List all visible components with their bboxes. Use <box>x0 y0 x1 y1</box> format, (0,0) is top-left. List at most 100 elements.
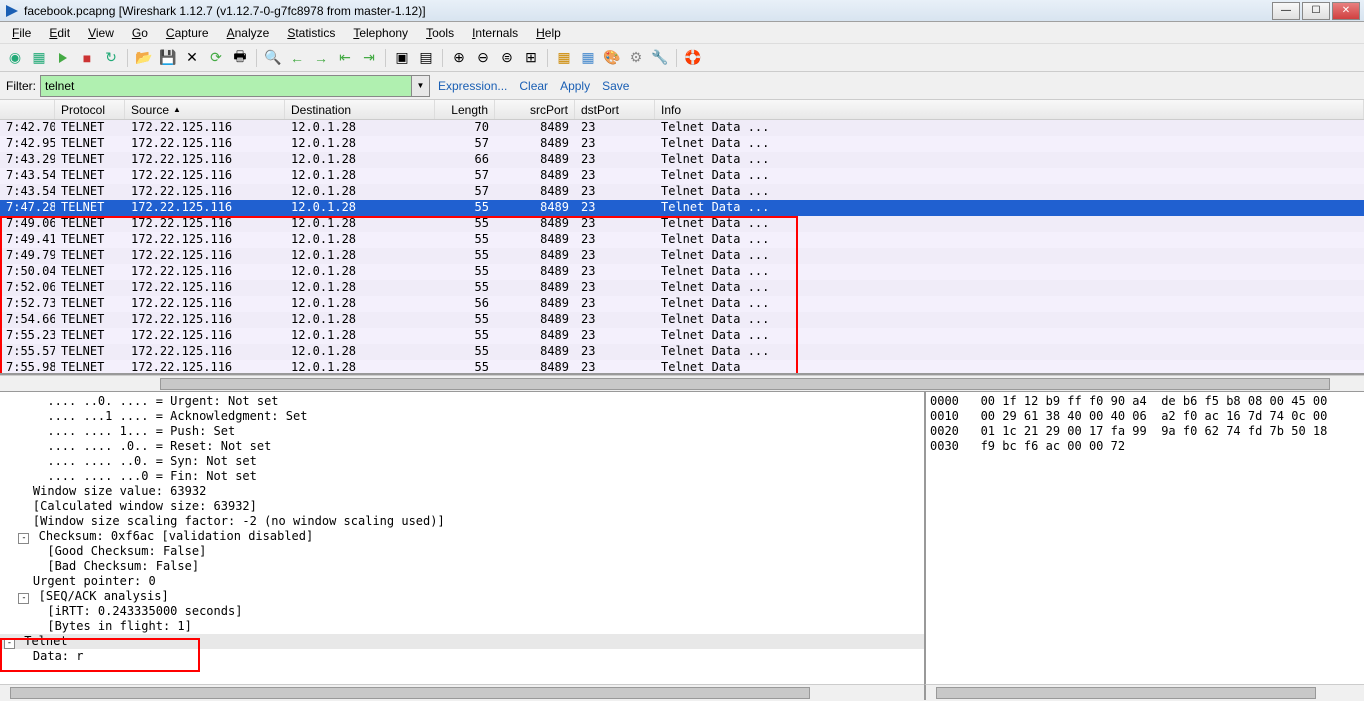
packet-row[interactable]: 7:50.04TELNET172.22.125.11612.0.1.285584… <box>0 264 1364 280</box>
prefs-icon[interactable]: ⚙ <box>625 47 647 69</box>
coloring-icon[interactable]: 🎨 <box>601 47 623 69</box>
tree-hscroll[interactable] <box>0 684 924 700</box>
tools-icon[interactable]: 🔧 <box>649 47 671 69</box>
tree-line[interactable]: [Calculated window size: 63932] <box>0 499 924 514</box>
find-icon[interactable]: 🔍 <box>262 47 284 69</box>
tree-line[interactable]: .... ..0. .... = Urgent: Not set <box>0 394 924 409</box>
col-time[interactable] <box>0 100 55 119</box>
menu-edit[interactable]: Edit <box>41 24 78 42</box>
tree-expander-icon[interactable]: - <box>18 533 29 544</box>
tree-line[interactable]: .... ...1 .... = Acknowledgment: Set <box>0 409 924 424</box>
menu-go[interactable]: Go <box>124 24 156 42</box>
menu-view[interactable]: View <box>80 24 122 42</box>
col-protocol[interactable]: Protocol <box>55 100 125 119</box>
packet-row[interactable]: 7:43.54TELNET172.22.125.11612.0.1.285784… <box>0 168 1364 184</box>
zoom-reset-icon[interactable]: ⊜ <box>496 47 518 69</box>
maximize-button[interactable]: ☐ <box>1302 2 1330 20</box>
tree-line[interactable]: .... .... 1... = Push: Set <box>0 424 924 439</box>
packet-list[interactable]: Protocol Source▲ Destination Length srcP… <box>0 100 1364 375</box>
menu-statistics[interactable]: Statistics <box>279 24 343 42</box>
menu-internals[interactable]: Internals <box>464 24 526 42</box>
options-icon[interactable]: ▦ <box>28 47 50 69</box>
filter-dropdown-icon[interactable]: ▼ <box>411 76 429 96</box>
apply-link[interactable]: Apply <box>556 79 594 93</box>
col-dstport[interactable]: dstPort <box>575 100 655 119</box>
packet-tree[interactable]: .... ..0. .... = Urgent: Not set .... ..… <box>0 392 924 684</box>
col-source[interactable]: Source▲ <box>125 100 285 119</box>
hex-line[interactable]: 0010 00 29 61 38 40 00 40 06 a2 f0 ac 16… <box>930 409 1360 424</box>
packet-row[interactable]: 7:52.06TELNET172.22.125.11612.0.1.285584… <box>0 280 1364 296</box>
menu-capture[interactable]: Capture <box>158 24 217 42</box>
packet-hscroll[interactable] <box>0 375 1364 391</box>
packet-row[interactable]: 7:55.98TELNET172.22.125.11612.0.1.285584… <box>0 360 1364 375</box>
zoom-out-icon[interactable]: ⊖ <box>472 47 494 69</box>
print-icon[interactable]: 🖶 <box>229 47 251 69</box>
packet-row[interactable]: 7:43.54TELNET172.22.125.11612.0.1.285784… <box>0 184 1364 200</box>
tree-line[interactable]: - [SEQ/ACK analysis] <box>0 589 924 604</box>
tree-line[interactable]: .... .... ...0 = Fin: Not set <box>0 469 924 484</box>
packet-row[interactable]: 7:49.41TELNET172.22.125.11612.0.1.285584… <box>0 232 1364 248</box>
next-icon[interactable]: → <box>310 47 332 69</box>
tree-line[interactable]: - Checksum: 0xf6ac [validation disabled] <box>0 529 924 544</box>
tree-expander-icon[interactable]: - <box>18 593 29 604</box>
tree-line[interactable]: [Bytes in flight: 1] <box>0 619 924 634</box>
tree-line[interactable]: [Bad Checksum: False] <box>0 559 924 574</box>
packet-row[interactable]: 7:43.29TELNET172.22.125.11612.0.1.286684… <box>0 152 1364 168</box>
tree-line[interactable]: Data: r <box>0 649 924 664</box>
resize-icon[interactable]: ⊞ <box>520 47 542 69</box>
col-info[interactable]: Info <box>655 100 1364 119</box>
expression-link[interactable]: Expression... <box>434 79 511 93</box>
col-destination[interactable]: Destination <box>285 100 435 119</box>
hex-line[interactable]: 0000 00 1f 12 b9 ff f0 90 a4 de b6 f5 b8… <box>930 394 1360 409</box>
hex-line[interactable]: 0020 01 1c 21 29 00 17 fa 99 9a f0 62 74… <box>930 424 1360 439</box>
tree-line[interactable]: [Good Checksum: False] <box>0 544 924 559</box>
menu-file[interactable]: File <box>4 24 39 42</box>
menu-help[interactable]: Help <box>528 24 569 42</box>
interfaces-icon[interactable]: ◉ <box>4 47 26 69</box>
packet-row[interactable]: 7:42.70TELNET172.22.125.11612.0.1.287084… <box>0 120 1364 136</box>
packet-row[interactable]: 7:55.57TELNET172.22.125.11612.0.1.285584… <box>0 344 1364 360</box>
hex-pane[interactable]: 0000 00 1f 12 b9 ff f0 90 a4 de b6 f5 b8… <box>924 392 1364 684</box>
filter-input[interactable] <box>41 76 411 96</box>
close-button[interactable]: ✕ <box>1332 2 1360 20</box>
expand-icon[interactable]: ▤ <box>415 47 437 69</box>
tree-line[interactable]: [Window size scaling factor: -2 (no wind… <box>0 514 924 529</box>
reload-icon[interactable]: ⟳ <box>205 47 227 69</box>
packet-row[interactable]: 7:49.06TELNET172.22.125.11612.0.1.285584… <box>0 216 1364 232</box>
prev-icon[interactable]: ← <box>286 47 308 69</box>
minimize-button[interactable]: — <box>1272 2 1300 20</box>
go-first-icon[interactable]: ⇤ <box>334 47 356 69</box>
packet-row[interactable]: 7:42.95TELNET172.22.125.11612.0.1.285784… <box>0 136 1364 152</box>
packet-row[interactable]: 7:52.73TELNET172.22.125.11612.0.1.285684… <box>0 296 1364 312</box>
zoom-in-icon[interactable]: ⊕ <box>448 47 470 69</box>
packet-row[interactable]: 7:49.79TELNET172.22.125.11612.0.1.285584… <box>0 248 1364 264</box>
help-icon[interactable]: 🛟 <box>682 47 704 69</box>
menu-telephony[interactable]: Telephony <box>345 24 416 42</box>
close-file-icon[interactable]: ✕ <box>181 47 203 69</box>
col-srcport[interactable]: srcPort <box>495 100 575 119</box>
packet-row[interactable]: 7:54.66TELNET172.22.125.11612.0.1.285584… <box>0 312 1364 328</box>
go-last-icon[interactable]: ⇥ <box>358 47 380 69</box>
stop-icon[interactable]: ■ <box>76 47 98 69</box>
collapse-icon[interactable]: ▣ <box>391 47 413 69</box>
clear-link[interactable]: Clear <box>515 79 552 93</box>
tree-line[interactable]: Urgent pointer: 0 <box>0 574 924 589</box>
packet-row[interactable]: 7:55.23TELNET172.22.125.11612.0.1.285584… <box>0 328 1364 344</box>
hex-line[interactable]: 0030 f9 bc f6 ac 00 00 72 <box>930 439 1360 454</box>
col-length[interactable]: Length <box>435 100 495 119</box>
tree-line[interactable]: .... .... ..0. = Syn: Not set <box>0 454 924 469</box>
restart-icon[interactable]: ↻ <box>100 47 122 69</box>
menu-analyze[interactable]: Analyze <box>219 24 278 42</box>
save-link[interactable]: Save <box>598 79 633 93</box>
tree-line[interactable]: - Telnet <box>0 634 924 649</box>
hex-hscroll[interactable] <box>924 684 1364 700</box>
tree-line[interactable]: .... .... .0.. = Reset: Not set <box>0 439 924 454</box>
menu-tools[interactable]: Tools <box>418 24 462 42</box>
display-filters-icon[interactable]: ▦ <box>577 47 599 69</box>
start-icon[interactable] <box>52 47 74 69</box>
packet-row[interactable]: 7:47.28TELNET172.22.125.11612.0.1.285584… <box>0 200 1364 216</box>
open-icon[interactable]: 📂 <box>133 47 155 69</box>
save-icon[interactable]: 💾 <box>157 47 179 69</box>
tree-line[interactable]: [iRTT: 0.243335000 seconds] <box>0 604 924 619</box>
tree-line[interactable]: Window size value: 63932 <box>0 484 924 499</box>
